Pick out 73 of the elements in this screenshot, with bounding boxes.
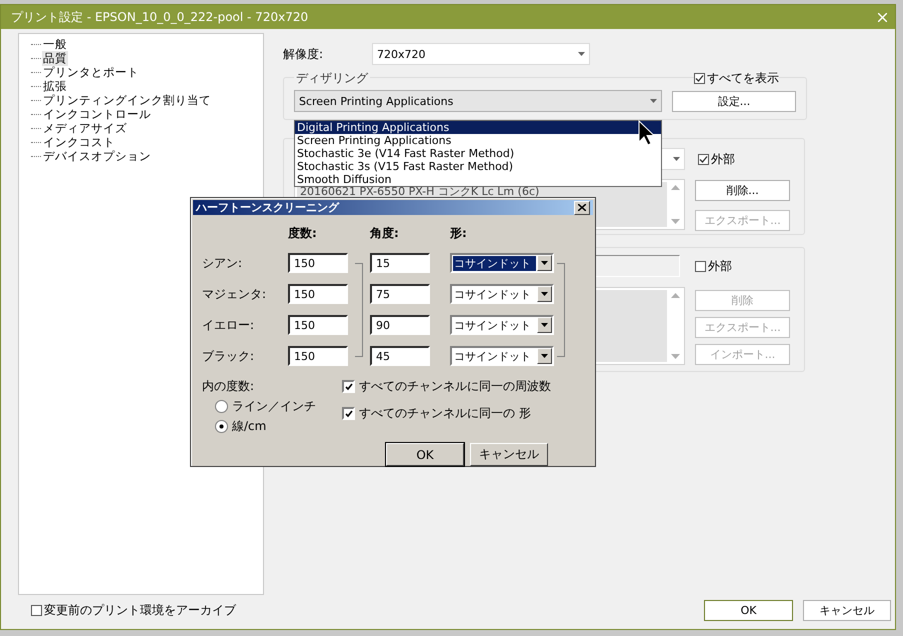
caret-icon [541,354,548,358]
check-icon [695,74,704,83]
checkbox[interactable] [694,73,705,84]
resolution-label: 解像度: [283,46,324,62]
cancel-button[interactable]: キャンセル [470,443,548,466]
tree-item[interactable]: 拡張 [42,78,68,94]
group-label: ディザリング [294,70,370,87]
tree-item[interactable]: インクコスト [42,134,116,150]
radio-button[interactable] [215,420,228,433]
frequency-field[interactable]: 150 [288,253,348,273]
caret-icon [541,292,548,296]
check-icon [344,410,352,418]
units-label: 内の度数: [202,378,256,395]
channel-label: イエロー: [202,316,256,334]
angle-field[interactable]: 75 [370,284,430,304]
column-header: 形: [450,225,468,242]
profile-button[interactable]: 削除... [695,180,790,201]
caret-icon [541,261,548,265]
shape-dropdown[interactable]: コサインドット [450,346,554,366]
settings-button[interactable]: 設定... [672,90,796,112]
checkbox[interactable] [342,407,355,420]
checkbox[interactable] [698,154,709,164]
checkbox[interactable] [342,380,355,393]
checkbox-label: すべてを表示 [705,70,779,87]
caret-icon [578,52,585,56]
angle-field[interactable]: 90 [370,315,430,335]
column-header: 度数: [288,225,318,242]
radio-label: 線/cm [232,418,266,435]
resolution-dropdown[interactable]: 720x720 [372,43,590,65]
channel-label: マジェンタ: [202,286,268,302]
check-icon [699,154,708,164]
close-icon [578,204,586,211]
checkbox[interactable] [31,604,42,616]
close-icon[interactable] [878,12,887,22]
tree-item[interactable]: 品質 [42,50,68,66]
shape-dropdown[interactable]: コサインドット [450,253,554,273]
frequency-field[interactable]: 150 [288,346,348,366]
tree-item[interactable]: 一般 [42,36,68,52]
column-header: 角度: [370,225,400,242]
angle-field[interactable]: 15 [370,253,430,273]
caret-icon [650,99,657,103]
channel-label: ブラック: [202,348,256,364]
tree-item[interactable]: プリンタとポート [42,64,140,80]
checkbox-label: 外部 [706,258,732,274]
checkbox-label: 外部 [709,150,735,168]
check-icon [344,382,352,390]
tree-item[interactable]: デバイスオプション [42,148,152,164]
dropdown-option[interactable]: Digital Printing Applications [295,121,661,134]
ok-button[interactable]: OK [386,443,464,466]
checkbox-label: すべてのチャンネルに同一の周波数 [359,378,551,395]
cancel-button[interactable]: キャンセル [803,600,891,620]
checkbox-label: すべてのチャンネルに同一の 形 [359,405,531,422]
shape-dropdown[interactable]: コサインドット [450,284,554,304]
window-title: プリント設定 - EPSON_10_0_0_222-pool - 720x720 [11,8,308,26]
frequency-field[interactable]: 150 [288,284,348,304]
checkbox-label: 変更前のプリント環境をアーカイブ [42,602,236,618]
caret-icon [541,323,548,327]
radio-button[interactable] [215,400,228,413]
shape-dropdown[interactable]: コサインドット [450,315,554,335]
tree-item[interactable]: メディアサイズ [42,120,128,136]
dialog-title: ハーフトーンスクリーニング [196,200,339,215]
tree-item[interactable]: インクコントロール [42,106,152,122]
angle-field[interactable]: 45 [370,346,430,366]
frequency-field[interactable]: 150 [288,315,348,335]
channel-label: シアン: [202,254,244,272]
radio-label: ライン／インチ [232,398,316,415]
close-button[interactable] [574,200,590,214]
tree-item[interactable]: プリンティングインク割り当て [42,92,212,108]
ok-button[interactable]: OK [704,600,793,620]
caret-icon [673,157,680,161]
checkbox[interactable] [695,260,706,272]
radio-dot-icon [219,424,224,429]
dithering-dropdown[interactable]: Screen Printing Applications [294,90,662,112]
